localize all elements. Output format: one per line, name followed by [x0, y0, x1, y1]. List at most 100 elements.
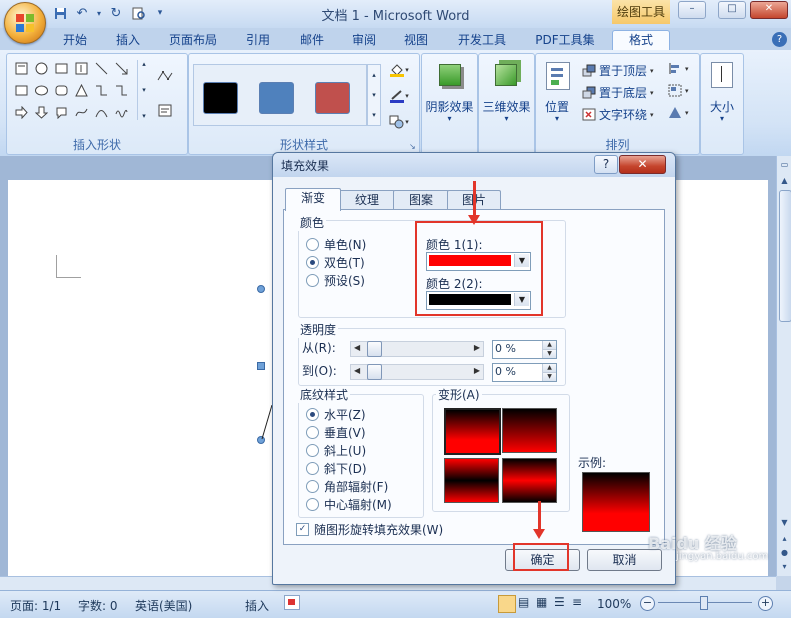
insert-mode[interactable]: 插入 [245, 597, 269, 614]
dialog-help-button[interactable]: ? [594, 155, 618, 174]
radio-from-center[interactable]: 中心辐射(M) [306, 496, 392, 513]
from-slider[interactable]: ◀ ▶ [350, 341, 484, 357]
variant-1[interactable] [444, 408, 501, 455]
next-page-icon[interactable]: ▾ [778, 560, 791, 573]
selection-handle[interactable] [257, 285, 265, 293]
office-button[interactable] [4, 2, 46, 44]
right-arrow-shape-icon[interactable] [13, 104, 29, 120]
rotate-with-shape-checkbox[interactable]: ✓ 随图形旋转填充效果(W) [296, 521, 443, 538]
vertical-text-box-icon[interactable] [73, 60, 89, 76]
rectangle-shape-icon[interactable] [13, 82, 29, 98]
3d-effect-button[interactable]: 三维效果 [479, 98, 534, 115]
tab-gradient[interactable]: 渐变 [285, 188, 341, 211]
shapes-gallery-scroll[interactable]: ▴ ▾ ▾ [137, 60, 150, 120]
radio-one-color[interactable]: 单色(N) [306, 236, 366, 253]
tab-references[interactable]: 引用 [238, 31, 278, 50]
close-window-button[interactable]: ✕ [750, 1, 788, 19]
language-indicator[interactable]: 英语(美国) [135, 597, 192, 614]
tab-developer[interactable]: 开发工具 [450, 31, 514, 50]
styles-gallery-scroll[interactable]: ▴ ▾ ▾ [367, 64, 381, 126]
ruler-toggle-icon[interactable]: ▭ [778, 158, 791, 171]
radio-preset[interactable]: 预设(S) [306, 272, 365, 289]
radio-button[interactable] [306, 498, 319, 511]
radio-button[interactable] [306, 256, 319, 269]
tab-mailings[interactable]: 邮件 [292, 31, 332, 50]
elbow-connector-icon[interactable] [93, 82, 109, 98]
draw-text-box-icon[interactable] [157, 102, 173, 118]
radio-from-corner[interactable]: 角部辐射(F) [306, 478, 388, 495]
rectangle-icon[interactable] [53, 60, 69, 76]
vertical-scrollbar[interactable]: ▭ ▲ ▼ ▴ ● ▾ [776, 156, 791, 576]
ellipse-shape-icon[interactable] [33, 82, 49, 98]
tab-pattern[interactable]: 图案 [393, 190, 449, 210]
to-slider[interactable]: ◀ ▶ [350, 364, 484, 380]
3d-effect-icon[interactable] [495, 64, 517, 86]
word-count[interactable]: 字数: 0 [78, 597, 118, 614]
web-layout-icon[interactable]: ▦ [536, 595, 550, 611]
text-box-icon[interactable] [13, 60, 29, 76]
tab-view[interactable]: 视图 [396, 31, 436, 50]
radio-button[interactable] [306, 274, 319, 287]
shadow-effect-button[interactable]: 阴影效果 [422, 98, 477, 115]
change-shape-icon[interactable]: ▾ [385, 114, 413, 130]
freeform-icon[interactable] [73, 104, 89, 120]
previous-page-icon[interactable]: ▴ [778, 532, 791, 545]
slider-thumb[interactable] [367, 364, 382, 380]
restore-button[interactable]: □ [718, 1, 746, 19]
zoom-slider-thumb[interactable] [700, 596, 708, 610]
edit-points-icon[interactable] [157, 68, 173, 84]
slider-left-icon[interactable]: ◀ [354, 366, 360, 375]
down-arrow-shape-icon[interactable] [33, 104, 49, 120]
radio-button[interactable] [306, 408, 319, 421]
slider-thumb[interactable] [367, 341, 382, 357]
position-button[interactable]: 位置 [536, 98, 578, 115]
radio-two-colors[interactable]: 双色(T) [306, 254, 365, 271]
radio-button[interactable] [306, 462, 319, 475]
draft-view-icon[interactable]: ≡ [572, 595, 586, 611]
spin-up-icon[interactable]: ▲ [542, 364, 556, 372]
macro-record-icon[interactable] [284, 595, 300, 610]
zoom-level[interactable]: 100% [597, 597, 631, 611]
slider-right-icon[interactable]: ▶ [474, 366, 480, 375]
slider-left-icon[interactable]: ◀ [354, 343, 360, 352]
spin-down-icon[interactable]: ▼ [542, 372, 556, 381]
full-screen-reading-icon[interactable]: ▤ [518, 595, 532, 611]
send-to-back-button[interactable]: 置于底层 ▾ [582, 84, 654, 101]
tab-page-layout[interactable]: 页面布局 [163, 31, 223, 50]
zoom-out-icon[interactable]: − [640, 596, 655, 611]
to-spinner[interactable]: 0 % ▲ ▼ [492, 363, 557, 382]
callout-icon[interactable] [53, 104, 69, 120]
line-icon[interactable] [93, 60, 109, 76]
print-layout-view-icon[interactable] [498, 595, 516, 613]
dialog-close-button[interactable]: ✕ [619, 155, 666, 174]
tab-format[interactable]: 格式 [612, 30, 670, 50]
bring-to-front-button[interactable]: 置于顶层 ▾ [582, 62, 654, 79]
spin-up-icon[interactable]: ▲ [542, 341, 556, 349]
radio-button[interactable] [306, 238, 319, 251]
radio-button[interactable] [306, 426, 319, 439]
help-icon[interactable]: ? [772, 32, 787, 47]
curve-icon[interactable] [93, 104, 109, 120]
page-count[interactable]: 页面: 1/1 [10, 597, 61, 614]
shadow-effect-icon[interactable] [439, 64, 461, 86]
zoom-in-icon[interactable]: + [758, 596, 773, 611]
from-spinner[interactable]: 0 % ▲ ▼ [492, 340, 557, 359]
oval-text-icon[interactable] [33, 60, 49, 76]
radio-horizontal[interactable]: 水平(Z) [306, 406, 366, 423]
text-wrap-button[interactable]: 文字环绕 ▾ [582, 106, 654, 123]
tab-texture[interactable]: 纹理 [339, 190, 395, 210]
tab-home[interactable]: 开始 [55, 31, 95, 50]
scroll-down-icon[interactable]: ▼ [778, 516, 791, 529]
select-browse-object-icon[interactable]: ● [778, 546, 791, 559]
checkbox[interactable]: ✓ [296, 523, 309, 536]
radio-diagonal-up[interactable]: 斜上(U) [306, 442, 366, 459]
rounded-rect-icon[interactable] [53, 82, 69, 98]
variant-2[interactable] [502, 408, 557, 453]
style-swatch-blue[interactable] [259, 82, 294, 114]
variant-4[interactable] [502, 458, 557, 503]
size-button[interactable]: 大小 [701, 98, 743, 115]
minimize-button[interactable]: – [678, 1, 706, 19]
radio-button[interactable] [306, 480, 319, 493]
size-icon[interactable] [711, 62, 733, 88]
scroll-up-icon[interactable]: ▲ [778, 174, 791, 187]
